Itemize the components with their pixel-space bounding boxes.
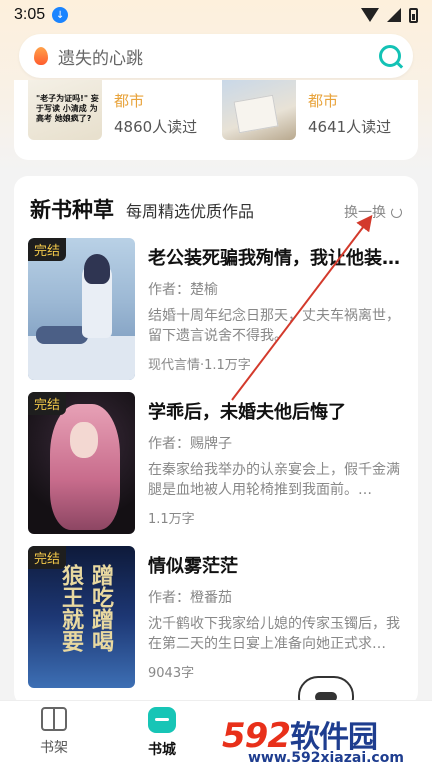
nav-bookstore-label[interactable]: 书城 (148, 739, 176, 759)
nav-bookstore[interactable]: 书城 (108, 701, 216, 768)
refresh-label[interactable]: 换一换 (344, 202, 386, 222)
book-meta: 9043字 (148, 666, 195, 681)
book-meta: 现代言情·1.1万字 (148, 358, 251, 373)
book-cover[interactable]: 蹭吃蹭喝 狼王就要 完结 (28, 546, 135, 688)
bookshelf-icon[interactable] (41, 707, 67, 731)
book-readers: 4860人读过 (114, 118, 198, 136)
flame-icon (34, 47, 48, 65)
book-readers: 4641人读过 (308, 118, 392, 136)
download-icon: ↓ (52, 7, 69, 23)
book-item[interactable]: 完结 老公装死骗我殉情，我让他装… 作者：楚榆 结婚十周年纪念日那天，丈夫车祸离… (28, 238, 408, 380)
refresh-button[interactable]: 换一换 (344, 202, 402, 222)
book-info: 学乖后，未婚夫他后悔了 作者：赐牌子 在秦家给我举办的认亲宴会上，假千金满腿是血… (148, 392, 408, 534)
status-icons (361, 7, 418, 23)
previous-book-card: "老子为证吗!" 妄于写读 小清成 为高考 她娘疯了? 都市 4860人读过 都… (14, 80, 418, 160)
signal-icon (387, 8, 401, 22)
book-genre: 都市 (308, 92, 339, 110)
book-cover[interactable] (222, 80, 296, 140)
book-item[interactable]: 完结 学乖后，未婚夫他后悔了 作者：赐牌子 在秦家给我举办的认亲宴会上，假千金满… (28, 392, 408, 534)
battery-icon (409, 7, 418, 23)
book-meta: 1.1万字 (148, 512, 195, 527)
cover-text: 蹭吃蹭喝 (88, 564, 113, 652)
status-time: 3:05 (14, 6, 46, 23)
cover-hair (84, 254, 110, 284)
nav-bookshelf[interactable]: 书架 (0, 701, 108, 768)
book-info: 都市 4641人读过 (308, 80, 391, 140)
refresh-icon[interactable] (391, 206, 402, 218)
nav-bookshelf-label[interactable]: 书架 (40, 737, 68, 757)
cover-illustration (233, 94, 279, 134)
book-title[interactable]: 老公装死骗我殉情，我让他装… (148, 244, 408, 270)
book-description: 结婚十周年纪念日那天，丈夫车祸离世，留下遗言说舍不得我。 (148, 308, 400, 344)
search-icon[interactable] (379, 45, 401, 67)
section-title: 新书种草 (30, 198, 114, 222)
book-description: 沈千鹤收下我家给儿媳的传家玉镯后，我在第二天的生日宴上准备向她正式求… (148, 616, 400, 652)
section-subtitle: 每周精选优质作品 (126, 202, 255, 221)
book-cover[interactable]: "老子为证吗!" 妄于写读 小清成 为高考 她娘疯了? (28, 80, 102, 140)
status-badge: 完结 (28, 238, 67, 261)
cover-text: 狼王就要 (58, 564, 83, 652)
list-item[interactable]: 都市 4641人读过 (222, 80, 391, 140)
book-title[interactable]: 情似雾茫茫 (148, 552, 408, 578)
book-item[interactable]: 蹭吃蹭喝 狼王就要 完结 情似雾茫茫 作者：橙番茄 沈千鹤收下我家给儿媳的传家玉… (28, 546, 408, 688)
bookstore-icon[interactable] (148, 707, 176, 733)
book-title[interactable]: 学乖后，未婚夫他后悔了 (148, 398, 408, 424)
book-genre: 都市 (114, 92, 145, 110)
status-badge: 完结 (28, 392, 67, 415)
cover-face (70, 422, 98, 458)
cover-text: "老子为证吗!" 妄于写读 小清成 为高考 她娘疯了? (36, 94, 99, 123)
cover-patient (36, 326, 88, 344)
status-bar: 3:05 ↓ (0, 0, 432, 30)
book-cover[interactable]: 完结 (28, 238, 135, 380)
status-badge: 完结 (28, 546, 67, 569)
book-info: 老公装死骗我殉情，我让他装… 作者：楚榆 结婚十周年纪念日那天，丈夫车祸离世，留… (148, 238, 408, 380)
book-info: 都市 4860人读过 (114, 80, 197, 140)
book-author: 作者：橙番茄 (148, 590, 232, 606)
book-info: 情似雾茫茫 作者：橙番茄 沈千鹤收下我家给儿媳的传家玉镯后，我在第二天的生日宴上… (148, 546, 408, 688)
book-description: 在秦家给我举办的认亲宴会上，假千金满腿是血地被人用轮椅推到我面前。… (148, 462, 400, 498)
search-bar[interactable]: 遗失的心跳 (19, 34, 413, 78)
new-books-section: 新书种草 每周精选优质作品 换一换 完结 老公装死骗我殉情，我让他装… 作者：楚… (14, 176, 418, 706)
watermark: 592软件园 www.592xiazai.com (212, 708, 432, 768)
book-author: 作者：楚榆 (148, 282, 218, 298)
watermark-url: www.592xiazai.com (248, 750, 404, 766)
section-header: 新书种草 每周精选优质作品 换一换 (30, 194, 402, 224)
book-author: 作者：赐牌子 (148, 436, 232, 452)
book-cover[interactable]: 完结 (28, 392, 135, 534)
search-input[interactable]: 遗失的心跳 (58, 44, 143, 69)
list-item[interactable]: "老子为证吗!" 妄于写读 小清成 为高考 她娘疯了? 都市 4860人读过 (28, 80, 197, 140)
wifi-icon (361, 8, 379, 22)
